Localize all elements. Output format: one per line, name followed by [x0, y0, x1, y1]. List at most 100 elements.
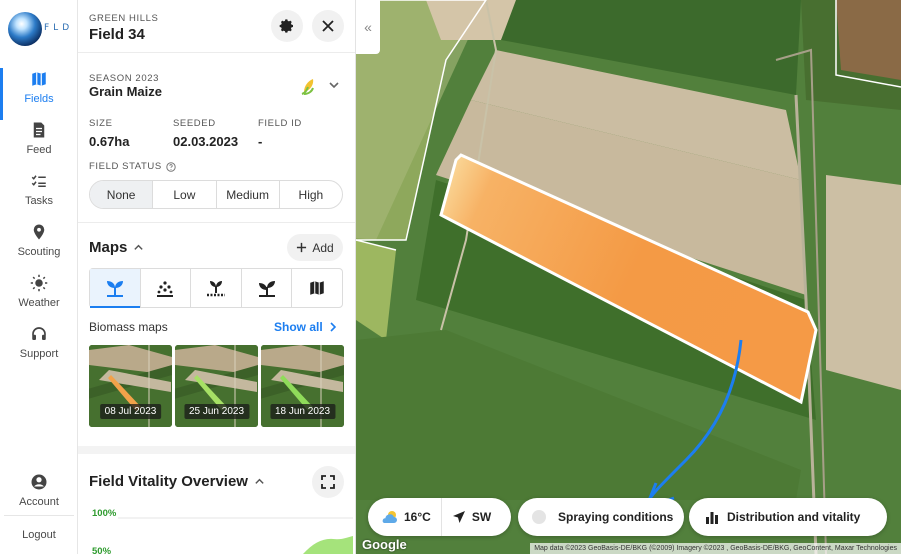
chevron-down-icon[interactable]	[328, 79, 340, 91]
show-all-label: Show all	[274, 320, 323, 334]
rail-divider	[4, 515, 74, 516]
map-view[interactable]: « 16°C SW Spraying conditions Distributi…	[356, 0, 901, 554]
thumbnail-date: 08 Jul 2023	[99, 404, 162, 419]
map-attribution: Map data ©2023 GeoBasis-DE/BKG (©2009) I…	[530, 543, 901, 554]
biomass-thumbnail[interactable]: 18 Jun 2023	[261, 345, 344, 427]
document-icon	[33, 122, 45, 138]
nav-item-feed[interactable]: Feed	[0, 121, 78, 169]
gear-icon	[279, 19, 293, 33]
tab-field-map[interactable]	[292, 269, 342, 307]
weather-divider	[440, 498, 442, 536]
tab-soil[interactable]	[191, 269, 242, 307]
thumbnail-date: 18 Jun 2023	[269, 404, 336, 419]
status-option-low[interactable]: Low	[153, 181, 217, 208]
nav-label: Fields	[24, 93, 54, 105]
section-divider	[78, 222, 355, 223]
distribution-vitality-button[interactable]: Distribution and vitality	[689, 498, 887, 536]
partly-cloudy-icon	[382, 511, 397, 523]
wind-direction: SW	[471, 510, 492, 524]
map-type-tabs	[89, 268, 343, 308]
stat-key: SIZE	[89, 118, 113, 129]
satellite-imagery	[356, 0, 901, 554]
help-icon[interactable]	[166, 161, 176, 172]
vitality-title: Field Vitality Overview	[89, 473, 248, 490]
seeding-icon	[157, 281, 174, 297]
tab-seeding[interactable]	[141, 269, 192, 307]
nav-item-weather[interactable]: Weather	[0, 274, 78, 322]
nav-item-fields[interactable]: Fields	[0, 68, 78, 120]
status-option-medium[interactable]: Medium	[217, 181, 280, 208]
double-chevron-left-icon: «	[364, 19, 372, 35]
spraying-status-dot	[532, 510, 546, 524]
nav-item-support[interactable]: Support	[0, 325, 78, 373]
weather-temp: 16°C	[404, 510, 431, 524]
nav-label: Weather	[18, 297, 60, 309]
weather-widget[interactable]: 16°C SW	[368, 498, 511, 536]
vitality-section-toggle[interactable]: Field Vitality Overview	[89, 473, 265, 490]
section-divider	[78, 446, 355, 454]
vitality-chart-fill	[303, 536, 353, 554]
pin-icon	[33, 224, 45, 240]
logo-globe-icon	[8, 12, 42, 46]
sun-icon	[30, 274, 48, 292]
tab-biomass[interactable]	[90, 269, 141, 308]
collapse-panel-button[interactable]: «	[356, 0, 380, 54]
stat-size: SIZE 0.67ha	[89, 118, 129, 149]
stat-value: 0.67ha	[89, 134, 130, 149]
biomass-maps-title: Biomass maps	[89, 320, 168, 334]
distribution-label: Distribution and vitality	[727, 510, 861, 524]
maps-title: Maps	[89, 239, 128, 256]
close-icon	[322, 20, 334, 32]
spraying-conditions-button[interactable]: Spraying conditions	[518, 498, 684, 536]
stat-key: FIELD ID	[258, 118, 302, 129]
thumbnail-date: 25 Jun 2023	[183, 404, 250, 419]
biomass-thumbnail[interactable]: 25 Jun 2023	[175, 345, 258, 427]
logout-link[interactable]: Logout	[0, 529, 78, 541]
season-crop: Grain Maize	[89, 84, 162, 99]
nav-item-tasks[interactable]: Tasks	[0, 172, 78, 220]
stat-seeded: SEEDED 02.03.2023	[173, 118, 238, 149]
stat-value: -	[258, 134, 263, 149]
app-logo[interactable]: FLD	[8, 10, 72, 50]
account-icon	[31, 474, 47, 490]
status-option-none[interactable]: None	[90, 181, 154, 208]
nav-label: Support	[19, 348, 59, 360]
show-all-link[interactable]: Show all	[274, 320, 337, 334]
corn-icon	[301, 79, 314, 95]
close-button[interactable]	[312, 10, 344, 42]
axis-label-top: 100%	[92, 508, 117, 519]
settings-button[interactable]	[271, 10, 303, 42]
spraying-label: Spraying conditions	[558, 510, 674, 524]
chevron-right-icon	[330, 322, 336, 332]
nav-rail: FLD Fields Feed Tasks Scouting Weather S…	[0, 0, 78, 554]
field-status-label: FIELD STATUS	[89, 161, 162, 172]
headset-icon	[32, 327, 46, 340]
status-option-high[interactable]: High	[280, 181, 342, 208]
stat-value: 02.03.2023	[173, 134, 239, 149]
farm-name: GREEN HILLS	[89, 13, 159, 24]
checklist-icon	[31, 175, 46, 187]
soil-icon	[206, 281, 225, 297]
maps-section-toggle[interactable]: Maps	[89, 239, 144, 256]
add-map-label: Add	[312, 240, 334, 255]
biomass-thumbnail[interactable]: 08 Jul 2023	[89, 345, 172, 427]
nav-item-scouting[interactable]: Scouting	[0, 223, 78, 271]
field-status-selector: None Low Medium High	[89, 180, 343, 209]
expand-chart-button[interactable]	[312, 466, 344, 498]
season-label: SEASON 2023	[89, 73, 159, 84]
chevron-up-icon	[134, 244, 144, 250]
wind-direction-icon	[452, 511, 465, 523]
chevron-up-icon	[255, 478, 264, 484]
logo-wordmark: FLD	[44, 23, 74, 33]
expand-icon	[321, 475, 335, 489]
biomass-icon	[106, 281, 123, 297]
field-name: Field 34	[89, 26, 145, 43]
add-map-button[interactable]: Add	[287, 234, 343, 261]
nav-label: Feed	[26, 144, 52, 156]
tab-yield[interactable]	[242, 269, 293, 307]
nav-label: Scouting	[17, 246, 61, 258]
panel-header: GREEN HILLS Field 34	[78, 0, 355, 53]
bar-chart-icon	[706, 512, 718, 524]
nav-item-account[interactable]: Account	[0, 473, 78, 521]
nav-label: Tasks	[24, 195, 54, 207]
